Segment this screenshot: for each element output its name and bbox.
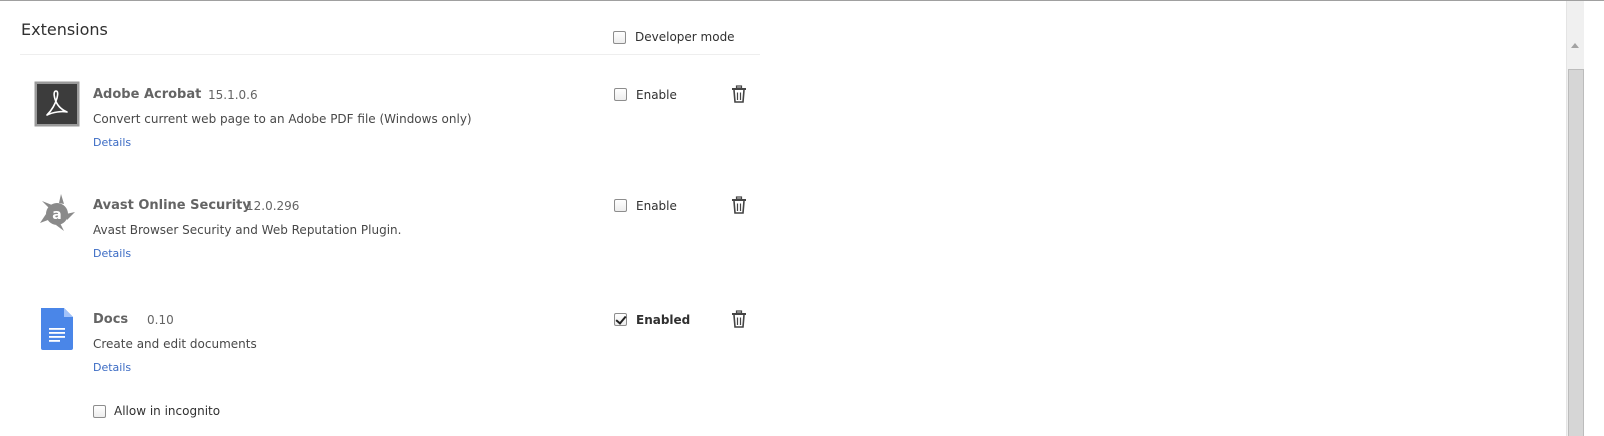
details-link[interactable]: Details [93,361,131,374]
extension-name: Docs [93,312,129,327]
developer-mode-checkbox[interactable] [613,31,626,44]
google-docs-icon [34,306,80,352]
extensions-header: Extensions Developer mode [20,1,760,55]
extension-item-adobe-acrobat: Adobe Acrobat 15.1.0.6 Convert current w… [0,81,760,191]
extension-version: 0.10 [147,313,174,327]
trash-icon[interactable] [731,196,747,214]
trash-icon[interactable] [731,85,747,103]
extension-version: 12.0.296 [246,199,300,213]
enable-label[interactable]: Enable [636,88,677,102]
scroll-up-arrow-icon[interactable] [1571,43,1579,48]
details-link[interactable]: Details [93,136,131,149]
page-title: Extensions [21,20,108,39]
extension-item-docs: Docs 0.10 Create and edit documents Deta… [0,306,760,436]
trash-icon[interactable] [731,310,747,328]
enable-label[interactable]: Enable [636,199,677,213]
developer-mode-label[interactable]: Developer mode [635,30,735,44]
avast-icon: a [34,192,80,238]
adobe-acrobat-icon [34,81,80,127]
enable-checkbox[interactable] [614,313,627,326]
enable-checkbox[interactable] [614,88,627,101]
extension-description: Create and edit documents [93,337,257,351]
details-link[interactable]: Details [93,247,131,260]
extension-description: Convert current web page to an Adobe PDF… [93,112,472,126]
extension-description: Avast Browser Security and Web Reputatio… [93,223,402,237]
extension-name: Avast Online Security [93,198,251,213]
enable-label[interactable]: Enabled [636,313,690,327]
extensions-page: Extensions Developer mode Adobe Acrobat … [0,0,1604,436]
extension-item-avast: a Avast Online Security 12.0.296 Avast B… [0,192,760,302]
svg-text:a: a [52,207,61,223]
allow-incognito-checkbox[interactable] [93,405,106,418]
allow-incognito-label[interactable]: Allow in incognito [114,404,220,418]
scrollbar-thumb[interactable] [1568,69,1584,436]
enable-checkbox[interactable] [614,199,627,212]
extension-name: Adobe Acrobat [93,87,202,102]
vertical-scrollbar[interactable] [1566,1,1584,436]
extension-version: 15.1.0.6 [208,88,258,102]
